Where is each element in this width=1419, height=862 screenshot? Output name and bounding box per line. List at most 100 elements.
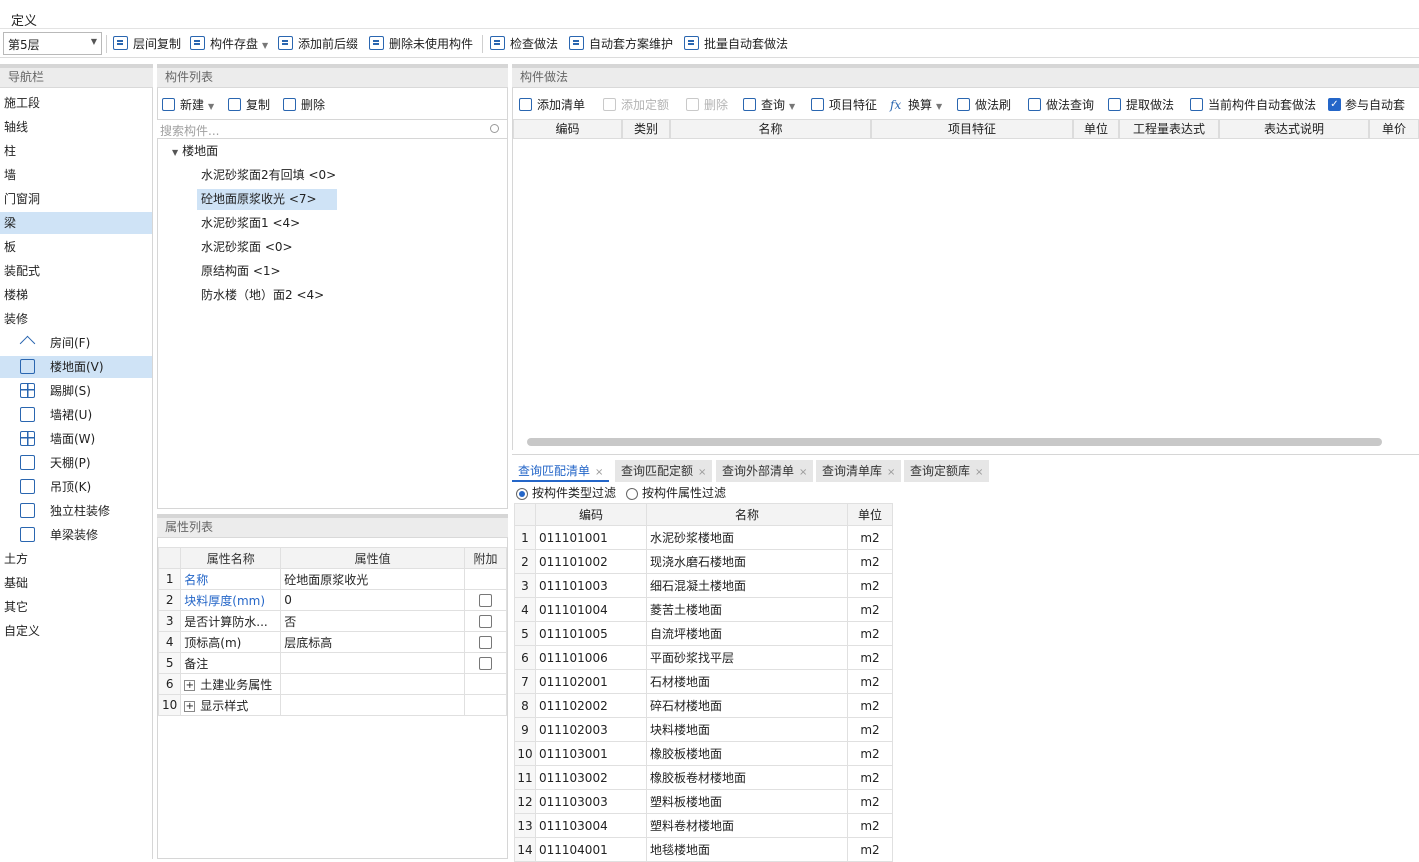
table-row[interactable]: 6 011101006 平面砂浆找平层 m2 bbox=[514, 645, 893, 670]
nav-item[interactable]: 墙 bbox=[0, 164, 152, 186]
nav-sub-item-floor[interactable]: 楼地面(V) bbox=[0, 356, 152, 378]
table-row[interactable]: 1 011101001 水泥砂浆楼地面 m2 bbox=[514, 525, 893, 550]
property-value[interactable]: 0 bbox=[280, 589, 466, 611]
copy-button[interactable]: 复制 bbox=[228, 95, 270, 115]
tree-item[interactable]: 水泥砂浆面2有回填 <0> bbox=[197, 165, 340, 186]
tree-item[interactable]: 防水楼（地）面2 <4> bbox=[197, 285, 328, 306]
table-row[interactable]: 8 011102002 碎石材楼地面 m2 bbox=[514, 693, 893, 718]
method-query-button[interactable]: 做法查询 bbox=[1028, 95, 1094, 115]
copy-between-floors-button[interactable]: 层间复制 bbox=[113, 35, 181, 53]
nav-item[interactable]: 土方 bbox=[0, 548, 152, 570]
nav-item[interactable]: 柱 bbox=[0, 140, 152, 162]
property-group-row[interactable]: 10 + 显示样式 bbox=[157, 694, 507, 716]
add-list-button[interactable]: 添加清单 bbox=[519, 95, 585, 115]
tree-item-selected[interactable]: 砼地面原浆收光 <7> bbox=[197, 189, 337, 210]
nav-item[interactable]: 门窗洞 bbox=[0, 188, 152, 210]
nav-sub-item-skirting[interactable]: 踢脚(S) bbox=[0, 380, 152, 402]
nav-item[interactable]: 装修 bbox=[0, 308, 152, 330]
nav-item[interactable]: 施工段 bbox=[0, 92, 152, 114]
table-row[interactable]: 11 011103002 橡胶板卷材楼地面 m2 bbox=[514, 765, 893, 790]
close-icon[interactable]: × bbox=[975, 467, 983, 478]
property-value[interactable] bbox=[280, 652, 466, 674]
new-button[interactable]: 新建 ▼ bbox=[162, 95, 214, 115]
close-icon[interactable]: × bbox=[595, 467, 603, 478]
tab-query-matched-quota[interactable]: 查询匹配定额 × bbox=[615, 460, 713, 482]
nav-sub-item-wall[interactable]: 墙面(W) bbox=[0, 428, 152, 450]
floor-select[interactable]: 第5层 ▼ bbox=[3, 32, 102, 55]
extra-checkbox[interactable] bbox=[479, 594, 493, 607]
extract-icon bbox=[1108, 98, 1121, 111]
table-row[interactable]: 12 011103003 塑料板楼地面 m2 bbox=[514, 789, 893, 814]
property-value[interactable]: 否 bbox=[280, 610, 466, 632]
property-value[interactable]: 层底标高 bbox=[280, 631, 466, 653]
add-quota-button[interactable]: 添加定额 bbox=[603, 95, 669, 115]
tree-item[interactable]: 水泥砂浆面1 <4> bbox=[197, 213, 304, 234]
tree-item[interactable]: 原结构面 <1> bbox=[197, 261, 285, 282]
auto-method-current-button[interactable]: 当前构件自动套做法 bbox=[1190, 95, 1316, 115]
close-icon[interactable]: × bbox=[698, 467, 706, 478]
property-value[interactable]: 砼地面原浆收光 bbox=[280, 568, 466, 590]
nav-item[interactable]: 轴线 bbox=[0, 116, 152, 138]
nav-sub-item-dado[interactable]: 墙裙(U) bbox=[0, 404, 152, 426]
delete-button[interactable]: 删除 bbox=[283, 95, 325, 115]
method-brush-button[interactable]: 做法刷 bbox=[957, 95, 1011, 115]
property-row[interactable]: 2 块料厚度(mm) 0 bbox=[157, 589, 507, 611]
tab-query-matched-list[interactable]: 查询匹配清单 × bbox=[512, 460, 610, 482]
delete-unused-button[interactable]: 删除未使用构件 bbox=[369, 35, 473, 53]
filter-attr-radio[interactable]: 按构件属性过滤 bbox=[626, 484, 726, 502]
extra-checkbox[interactable] bbox=[479, 657, 493, 670]
tree-root[interactable]: ▼ 楼地面 bbox=[168, 141, 222, 162]
auto-scheme-button[interactable]: 自动套方案维护 bbox=[569, 35, 673, 53]
nav-sub-item-room[interactable]: 房间(F) bbox=[0, 332, 152, 354]
table-row[interactable]: 10 011103001 橡胶板楼地面 m2 bbox=[514, 741, 893, 766]
property-row[interactable]: 5 备注 bbox=[157, 652, 507, 674]
nav-sub-item-beam-finish[interactable]: 单梁装修 bbox=[0, 524, 152, 546]
horizontal-scrollbar[interactable] bbox=[527, 438, 1382, 446]
table-row[interactable]: 14 011104001 地毯楼地面 m2 bbox=[514, 837, 893, 862]
batch-auto-method-button[interactable]: 批量自动套做法 bbox=[684, 35, 788, 53]
convert-button[interactable]: fx 换算 ▼ bbox=[890, 95, 942, 115]
nav-item[interactable]: 其它 bbox=[0, 596, 152, 618]
expand-icon[interactable]: + bbox=[184, 679, 196, 691]
extract-method-button[interactable]: 提取做法 bbox=[1108, 95, 1174, 115]
nav-item-selected[interactable]: 梁 bbox=[0, 212, 152, 234]
menu-title[interactable]: 定义 bbox=[11, 10, 37, 29]
property-group-row[interactable]: 6 + 土建业务属性 bbox=[157, 673, 507, 695]
close-icon[interactable]: × bbox=[799, 467, 807, 478]
table-row[interactable]: 4 011101004 菱苦土楼地面 m2 bbox=[514, 597, 893, 622]
tab-query-quota-library[interactable]: 查询定额库 × bbox=[904, 460, 990, 482]
property-row[interactable]: 4 顶标高(m) 层底标高 bbox=[157, 631, 507, 653]
extra-checkbox[interactable] bbox=[479, 615, 493, 628]
nav-sub-item-ceiling[interactable]: 天棚(P) bbox=[0, 452, 152, 474]
table-row[interactable]: 5 011101005 自流坪楼地面 m2 bbox=[514, 621, 893, 646]
item-feature-button[interactable]: 项目特征 bbox=[811, 95, 877, 115]
nav-item[interactable]: 自定义 bbox=[0, 620, 152, 642]
tab-query-external-list[interactable]: 查询外部清单 × bbox=[716, 460, 814, 482]
nav-sub-item-column-finish[interactable]: 独立柱装修 bbox=[0, 500, 152, 522]
table-row[interactable]: 9 011102003 块料楼地面 m2 bbox=[514, 717, 893, 742]
nav-item[interactable]: 板 bbox=[0, 236, 152, 258]
table-row[interactable]: 13 011103004 塑料卷材楼地面 m2 bbox=[514, 813, 893, 838]
close-icon[interactable]: × bbox=[887, 467, 895, 478]
nav-item[interactable]: 楼梯 bbox=[0, 284, 152, 306]
nav-item[interactable]: 基础 bbox=[0, 572, 152, 594]
extra-checkbox[interactable] bbox=[479, 636, 493, 649]
property-row[interactable]: 1 名称 砼地面原浆收光 bbox=[157, 568, 507, 590]
tree-item[interactable]: 水泥砂浆面 <0> bbox=[197, 237, 297, 258]
add-prefix-suffix-button[interactable]: 添加前后缀 bbox=[278, 35, 358, 53]
expand-icon[interactable]: + bbox=[184, 700, 196, 712]
delete-method-button[interactable]: 删除 bbox=[686, 95, 728, 115]
table-row[interactable]: 7 011102001 石材楼地面 m2 bbox=[514, 669, 893, 694]
table-row[interactable]: 2 011101002 现浇水磨石楼地面 m2 bbox=[514, 549, 893, 574]
check-method-button[interactable]: 检查做法 bbox=[490, 35, 558, 53]
table-row[interactable]: 3 011101003 细石混凝土楼地面 m2 bbox=[514, 573, 893, 598]
save-component-button[interactable]: 构件存盘 ▼ bbox=[190, 35, 268, 53]
component-search-input[interactable]: 搜索构件... bbox=[157, 119, 507, 139]
join-auto-checkbox[interactable]: ✓ 参与自动套 bbox=[1328, 95, 1405, 115]
filter-type-radio[interactable]: 按构件类型过滤 bbox=[516, 484, 616, 502]
property-row[interactable]: 3 是否计算防水... 否 bbox=[157, 610, 507, 632]
nav-sub-item-suspended-ceiling[interactable]: 吊顶(K) bbox=[0, 476, 152, 498]
query-button[interactable]: 查询 ▼ bbox=[743, 95, 795, 115]
tab-query-list-library[interactable]: 查询清单库 × bbox=[816, 460, 902, 482]
nav-item[interactable]: 装配式 bbox=[0, 260, 152, 282]
